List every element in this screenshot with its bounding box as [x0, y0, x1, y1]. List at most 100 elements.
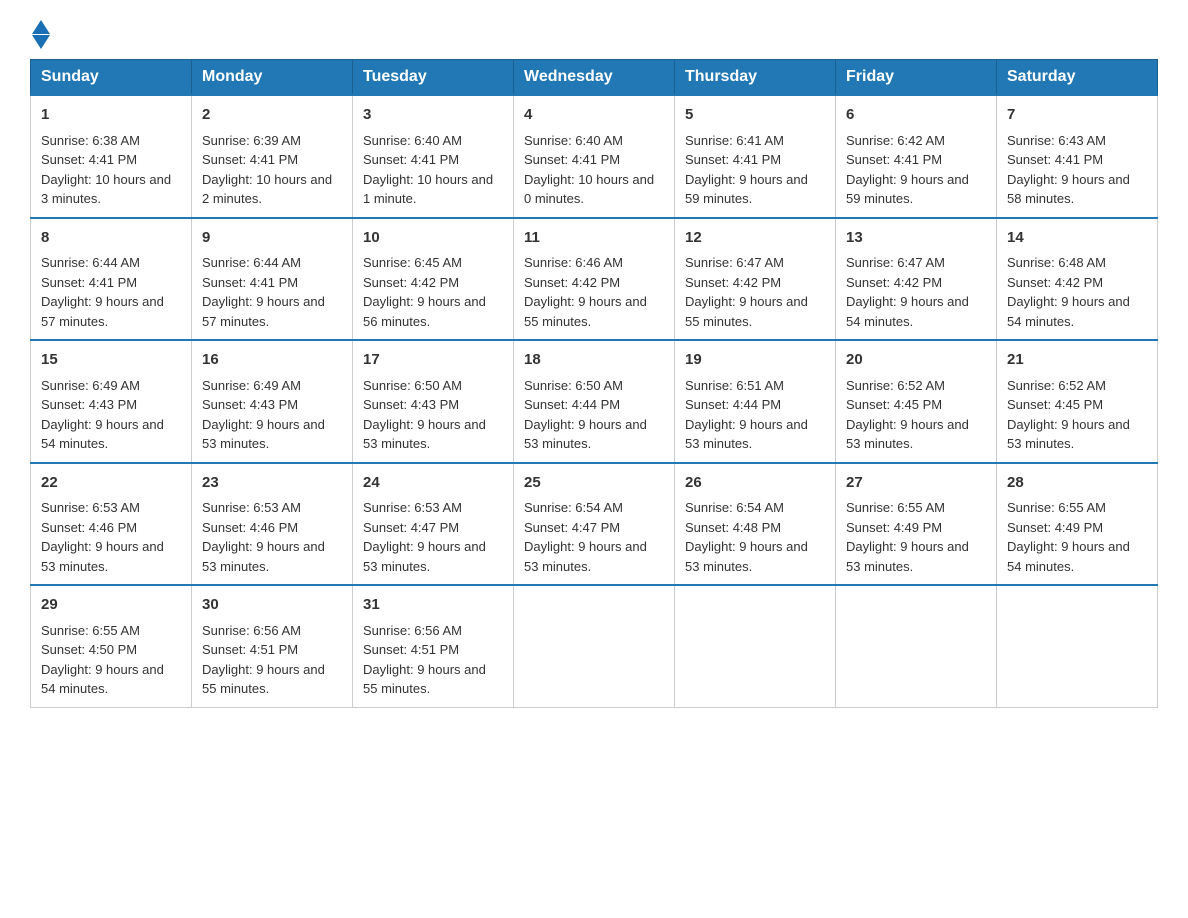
calendar-cell: 9 Sunrise: 6:44 AMSunset: 4:41 PMDaylight… [192, 218, 353, 341]
calendar-cell: 13 Sunrise: 6:47 AMSunset: 4:42 PMDayligh… [836, 218, 997, 341]
day-info: Sunrise: 6:41 AMSunset: 4:41 PMDaylight:… [685, 131, 825, 209]
day-info: Sunrise: 6:50 AMSunset: 4:44 PMDaylight:… [524, 376, 664, 454]
day-info: Sunrise: 6:54 AMSunset: 4:48 PMDaylight:… [685, 498, 825, 576]
day-number: 17 [363, 349, 503, 372]
day-info: Sunrise: 6:47 AMSunset: 4:42 PMDaylight:… [846, 253, 986, 331]
day-number: 31 [363, 594, 503, 617]
header-cell-sunday: Sunday [31, 60, 192, 96]
day-number: 25 [524, 472, 664, 495]
header [30, 20, 1158, 49]
day-number: 1 [41, 104, 181, 127]
day-number: 24 [363, 472, 503, 495]
logo-triangle-up [32, 20, 50, 34]
calendar-cell: 4 Sunrise: 6:40 AMSunset: 4:41 PMDaylight… [514, 95, 675, 218]
calendar-cell: 17 Sunrise: 6:50 AMSunset: 4:43 PMDayligh… [353, 340, 514, 463]
calendar-cell: 26 Sunrise: 6:54 AMSunset: 4:48 PMDayligh… [675, 463, 836, 586]
day-info: Sunrise: 6:53 AMSunset: 4:46 PMDaylight:… [202, 498, 342, 576]
day-info: Sunrise: 6:52 AMSunset: 4:45 PMDaylight:… [1007, 376, 1147, 454]
calendar-cell: 15 Sunrise: 6:49 AMSunset: 4:43 PMDayligh… [31, 340, 192, 463]
day-info: Sunrise: 6:40 AMSunset: 4:41 PMDaylight:… [524, 131, 664, 209]
header-cell-monday: Monday [192, 60, 353, 96]
day-info: Sunrise: 6:47 AMSunset: 4:42 PMDaylight:… [685, 253, 825, 331]
calendar-cell: 2 Sunrise: 6:39 AMSunset: 4:41 PMDaylight… [192, 95, 353, 218]
day-info: Sunrise: 6:49 AMSunset: 4:43 PMDaylight:… [41, 376, 181, 454]
calendar-cell [514, 585, 675, 707]
header-cell-thursday: Thursday [675, 60, 836, 96]
header-cell-tuesday: Tuesday [353, 60, 514, 96]
day-info: Sunrise: 6:49 AMSunset: 4:43 PMDaylight:… [202, 376, 342, 454]
day-number: 22 [41, 472, 181, 495]
day-info: Sunrise: 6:56 AMSunset: 4:51 PMDaylight:… [363, 621, 503, 699]
calendar-body: 1Sunrise: 6:38 AMSunset: 4:41 PMDaylight… [31, 95, 1158, 707]
calendar-cell: 25 Sunrise: 6:54 AMSunset: 4:47 PMDayligh… [514, 463, 675, 586]
calendar-cell: 3 Sunrise: 6:40 AMSunset: 4:41 PMDaylight… [353, 95, 514, 218]
day-info: Sunrise: 6:42 AMSunset: 4:41 PMDaylight:… [846, 131, 986, 209]
day-info: Sunrise: 6:44 AMSunset: 4:41 PMDaylight:… [202, 253, 342, 331]
day-number: 21 [1007, 349, 1147, 372]
day-info: Sunrise: 6:56 AMSunset: 4:51 PMDaylight:… [202, 621, 342, 699]
day-number: 5 [685, 104, 825, 127]
day-number: 23 [202, 472, 342, 495]
calendar-cell: 18Sunrise: 6:50 AMSunset: 4:44 PMDayligh… [514, 340, 675, 463]
day-number: 9 [202, 227, 342, 250]
calendar-cell: 5 Sunrise: 6:41 AMSunset: 4:41 PMDaylight… [675, 95, 836, 218]
day-number: 26 [685, 472, 825, 495]
header-row: SundayMondayTuesdayWednesdayThursdayFrid… [31, 60, 1158, 96]
logo-triangle-down [32, 35, 50, 49]
day-info: Sunrise: 6:55 AMSunset: 4:49 PMDaylight:… [846, 498, 986, 576]
day-number: 20 [846, 349, 986, 372]
calendar-cell: 31 Sunrise: 6:56 AMSunset: 4:51 PMDayligh… [353, 585, 514, 707]
calendar-cell: 1Sunrise: 6:38 AMSunset: 4:41 PMDaylight… [31, 95, 192, 218]
calendar-cell: 16Sunrise: 6:49 AMSunset: 4:43 PMDayligh… [192, 340, 353, 463]
header-cell-friday: Friday [836, 60, 997, 96]
calendar-cell: 20 Sunrise: 6:52 AMSunset: 4:45 PMDayligh… [836, 340, 997, 463]
day-number: 28 [1007, 472, 1147, 495]
logo [30, 20, 50, 49]
day-info: Sunrise: 6:43 AMSunset: 4:41 PMDaylight:… [1007, 131, 1147, 209]
day-info: Sunrise: 6:50 AMSunset: 4:43 PMDaylight:… [363, 376, 503, 454]
week-row-1: 1Sunrise: 6:38 AMSunset: 4:41 PMDaylight… [31, 95, 1158, 218]
day-info: Sunrise: 6:40 AMSunset: 4:41 PMDaylight:… [363, 131, 503, 209]
day-number: 13 [846, 227, 986, 250]
day-number: 27 [846, 472, 986, 495]
day-number: 11 [524, 227, 664, 250]
calendar-cell: 23 Sunrise: 6:53 AMSunset: 4:46 PMDayligh… [192, 463, 353, 586]
calendar-cell: 8Sunrise: 6:44 AMSunset: 4:41 PMDaylight… [31, 218, 192, 341]
day-info: Sunrise: 6:55 AMSunset: 4:49 PMDaylight:… [1007, 498, 1147, 576]
day-info: Sunrise: 6:55 AMSunset: 4:50 PMDaylight:… [41, 621, 181, 699]
day-info: Sunrise: 6:46 AMSunset: 4:42 PMDaylight:… [524, 253, 664, 331]
day-number: 2 [202, 104, 342, 127]
calendar-cell: 21 Sunrise: 6:52 AMSunset: 4:45 PMDayligh… [997, 340, 1158, 463]
calendar-cell [997, 585, 1158, 707]
day-number: 19 [685, 349, 825, 372]
calendar-cell [675, 585, 836, 707]
calendar-cell: 30Sunrise: 6:56 AMSunset: 4:51 PMDayligh… [192, 585, 353, 707]
day-number: 15 [41, 349, 181, 372]
day-info: Sunrise: 6:54 AMSunset: 4:47 PMDaylight:… [524, 498, 664, 576]
calendar-cell: 11 Sunrise: 6:46 AMSunset: 4:42 PMDayligh… [514, 218, 675, 341]
day-number: 3 [363, 104, 503, 127]
day-number: 29 [41, 594, 181, 617]
calendar-cell: 28 Sunrise: 6:55 AMSunset: 4:49 PMDayligh… [997, 463, 1158, 586]
calendar-cell: 22 Sunrise: 6:53 AMSunset: 4:46 PMDayligh… [31, 463, 192, 586]
week-row-2: 8Sunrise: 6:44 AMSunset: 4:41 PMDaylight… [31, 218, 1158, 341]
calendar-cell: 24 Sunrise: 6:53 AMSunset: 4:47 PMDayligh… [353, 463, 514, 586]
week-row-3: 15 Sunrise: 6:49 AMSunset: 4:43 PMDayligh… [31, 340, 1158, 463]
day-number: 4 [524, 104, 664, 127]
day-number: 12 [685, 227, 825, 250]
day-info: Sunrise: 6:45 AMSunset: 4:42 PMDaylight:… [363, 253, 503, 331]
calendar-cell: 29 Sunrise: 6:55 AMSunset: 4:50 PMDayligh… [31, 585, 192, 707]
day-info: Sunrise: 6:53 AMSunset: 4:47 PMDaylight:… [363, 498, 503, 576]
day-info: Sunrise: 6:51 AMSunset: 4:44 PMDaylight:… [685, 376, 825, 454]
day-info: Sunrise: 6:48 AMSunset: 4:42 PMDaylight:… [1007, 253, 1147, 331]
calendar-cell [836, 585, 997, 707]
day-number: 6 [846, 104, 986, 127]
day-info: Sunrise: 6:53 AMSunset: 4:46 PMDaylight:… [41, 498, 181, 576]
day-info: Sunrise: 6:44 AMSunset: 4:41 PMDaylight:… [41, 253, 181, 331]
day-info: Sunrise: 6:52 AMSunset: 4:45 PMDaylight:… [846, 376, 986, 454]
calendar-cell: 6 Sunrise: 6:42 AMSunset: 4:41 PMDaylight… [836, 95, 997, 218]
header-cell-wednesday: Wednesday [514, 60, 675, 96]
day-info: Sunrise: 6:39 AMSunset: 4:41 PMDaylight:… [202, 131, 342, 209]
calendar-cell: 12 Sunrise: 6:47 AMSunset: 4:42 PMDayligh… [675, 218, 836, 341]
calendar-header: SundayMondayTuesdayWednesdayThursdayFrid… [31, 60, 1158, 96]
